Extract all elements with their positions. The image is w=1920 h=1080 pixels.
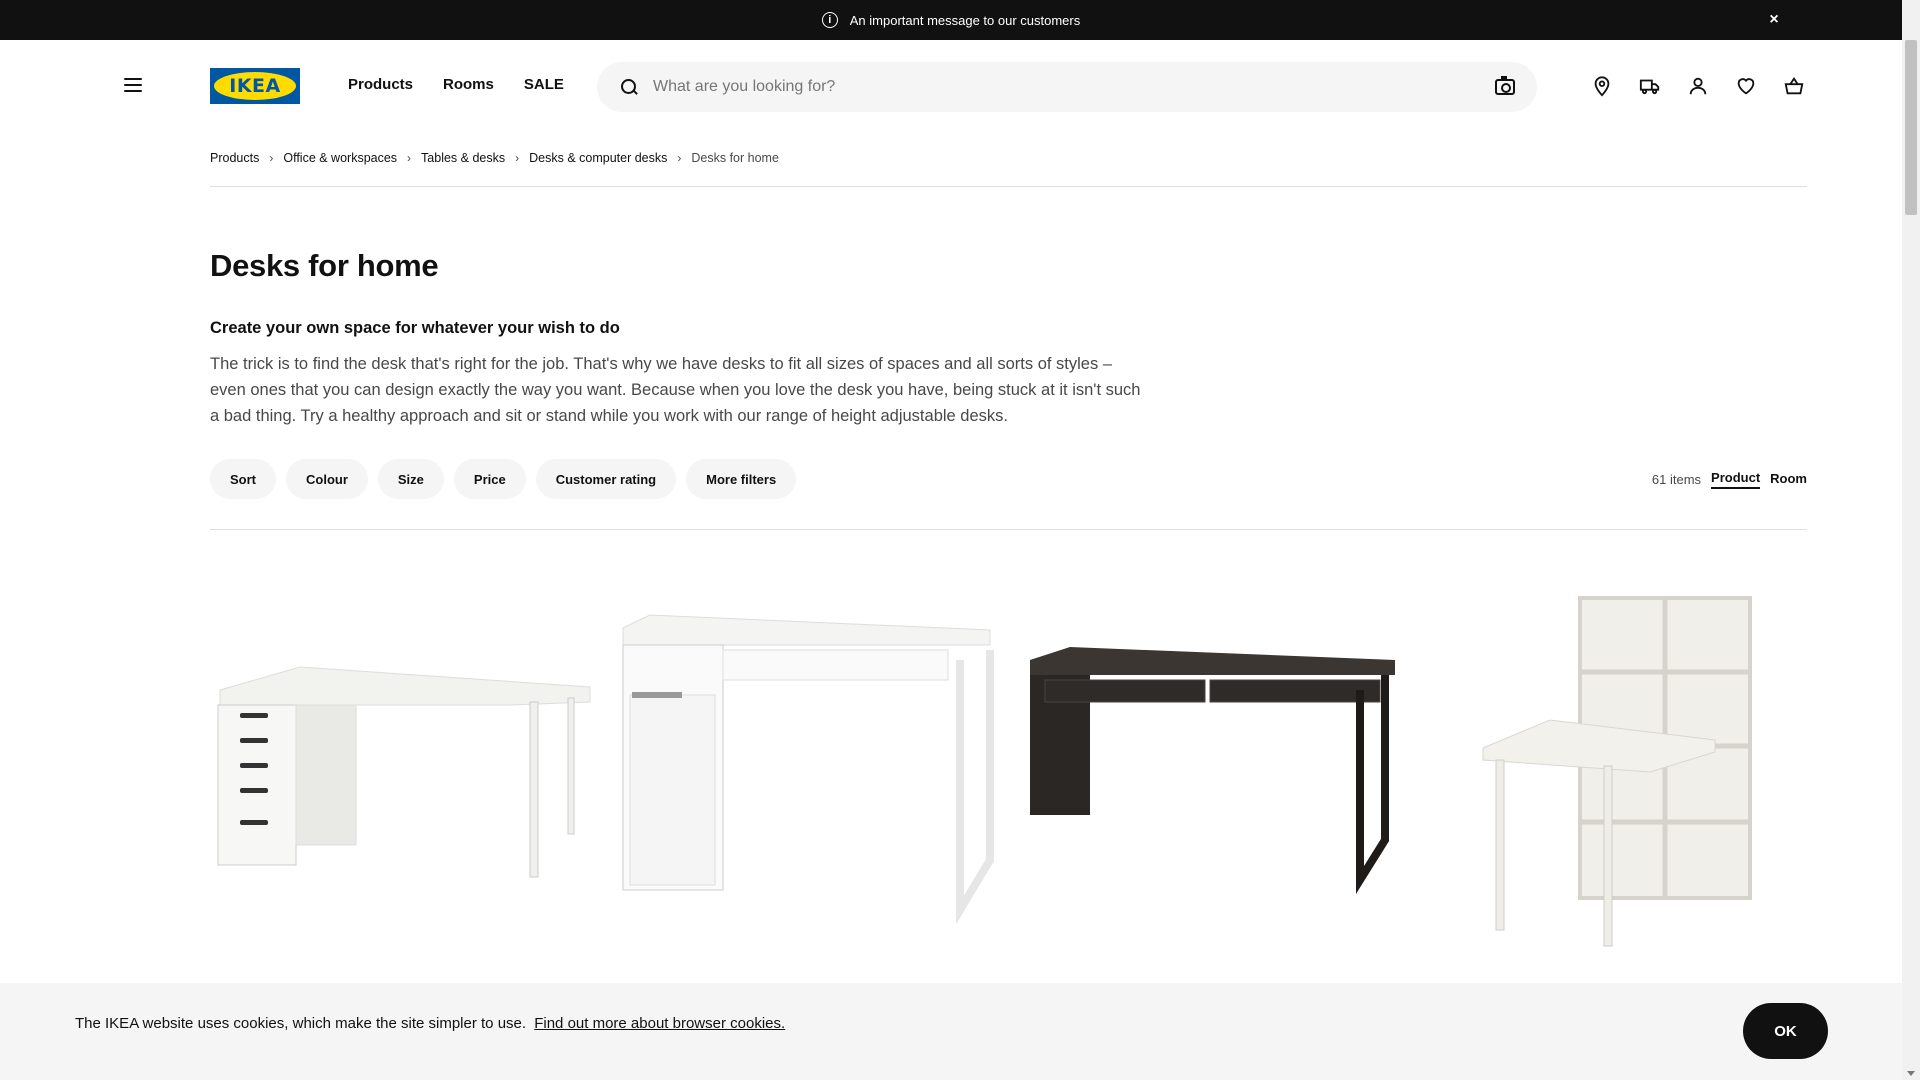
divider — [210, 529, 1807, 530]
product-image-white-desk-drawers[interactable] — [210, 580, 594, 980]
chevron-right-icon: › — [677, 151, 682, 165]
item-count: 61 items — [1651, 472, 1702, 487]
filter-customer-rating-button[interactable]: Customer rating — [535, 459, 677, 499]
breadcrumb-current: Desks for home — [691, 151, 779, 165]
nav-products[interactable]: Products — [348, 76, 413, 93]
nav-rooms[interactable]: Rooms — [443, 76, 494, 93]
close-icon[interactable]: × — [1764, 10, 1784, 30]
announcement-text[interactable]: An important message to our customers — [850, 13, 1081, 28]
info-icon: i — [821, 12, 838, 28]
ikea-logo[interactable]: IKEA — [210, 68, 300, 104]
location-icon[interactable] — [1590, 74, 1614, 98]
filter-size-button[interactable]: Size — [377, 459, 444, 499]
filter-more-filters-button[interactable]: More filters — [686, 459, 797, 499]
cookie-ok-button[interactable]: OK — [1743, 1003, 1828, 1059]
view-room-tab[interactable]: Room — [1770, 471, 1807, 488]
top-navigation: Products Rooms SALE — [348, 76, 564, 93]
product-image-white-shelf-desk[interactable] — [1480, 580, 1864, 980]
user-icon[interactable] — [1686, 74, 1710, 98]
camera-search-icon[interactable] — [1495, 76, 1515, 95]
search-bar — [597, 62, 1537, 112]
breadcrumb-office-workspaces[interactable]: Office & workspaces — [283, 151, 397, 165]
scrollbar-thumb[interactable] — [1905, 40, 1917, 215]
delivery-truck-icon[interactable] — [1638, 74, 1662, 98]
chevron-right-icon: › — [269, 151, 274, 165]
search-input[interactable] — [653, 78, 1495, 96]
filter-price-button[interactable]: Price — [453, 459, 526, 499]
cookie-text: The IKEA website uses cookies, which mak… — [75, 1015, 527, 1032]
cookie-banner: The IKEA website uses cookies, which mak… — [0, 983, 1902, 1080]
logo-text: IKEA — [229, 75, 281, 97]
page-title: Desks for home — [210, 248, 439, 283]
view-toggle: 61 items Product Room — [1652, 470, 1807, 489]
chevron-right-icon: › — [407, 151, 412, 165]
announcement-bar: i An important message to our customers … — [0, 0, 1902, 40]
intro-heading: Create your own space for whatever your … — [210, 319, 620, 337]
breadcrumb-desks-computer-desks[interactable]: Desks & computer desks — [529, 151, 667, 165]
site-header: IKEA Products Rooms SALE — [0, 40, 1902, 130]
nav-sale[interactable]: SALE — [524, 76, 564, 93]
cart-icon[interactable] — [1782, 74, 1806, 98]
filter-colour-button[interactable]: Colour — [286, 459, 368, 499]
product-image-white-compact-desk[interactable] — [620, 580, 1004, 980]
header-icons — [1590, 74, 1806, 98]
divider — [210, 186, 1807, 187]
cookie-more-link[interactable]: Find out more about browser cookies. — [534, 1015, 785, 1032]
intro-text: The trick is to find the desk that's rig… — [210, 355, 1141, 425]
product-image-black-brown-desk[interactable] — [1020, 580, 1404, 980]
chevron-right-icon: › — [515, 151, 520, 165]
cookie-message: The IKEA website uses cookies, which mak… — [75, 1015, 785, 1032]
page-scrollbar[interactable] — [1902, 0, 1920, 1080]
filter-sort-button[interactable]: Sort — [210, 459, 276, 499]
breadcrumb-tables-desks[interactable]: Tables & desks — [421, 151, 505, 165]
filter-bar: Sort Colour Size Price Customer rating M… — [210, 459, 797, 499]
hamburger-menu-icon[interactable] — [124, 78, 142, 92]
search-icon[interactable] — [619, 77, 639, 97]
breadcrumb-products[interactable]: Products — [210, 151, 259, 165]
breadcrumb: Products › Office & workspaces › Tables … — [210, 151, 779, 165]
heart-icon[interactable] — [1734, 74, 1758, 98]
scroll-down-arrow-icon[interactable] — [1907, 1071, 1915, 1076]
view-product-tab[interactable]: Product — [1711, 470, 1761, 489]
